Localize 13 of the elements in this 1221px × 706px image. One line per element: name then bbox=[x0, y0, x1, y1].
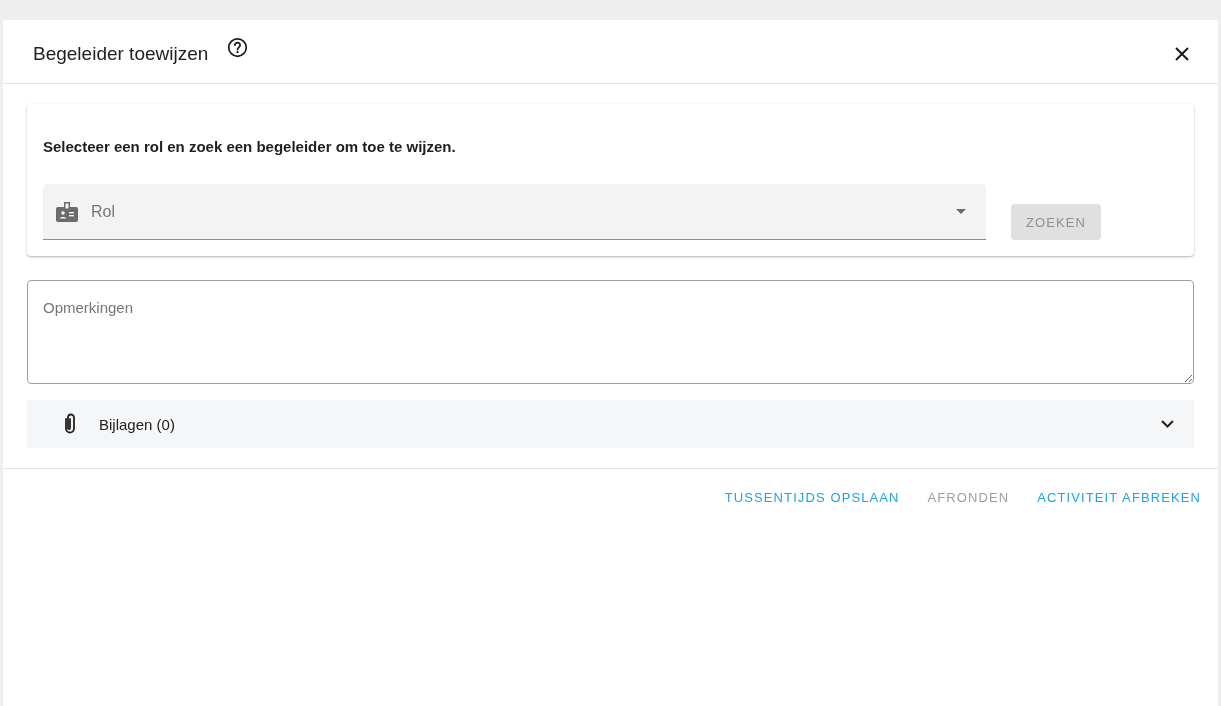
dropdown-caret-icon bbox=[955, 209, 966, 214]
action-button[interactable]: TUSSENTIJDS OPSLAAN bbox=[716, 479, 908, 515]
chevron-icon bbox=[1161, 420, 1174, 428]
help-icon[interactable] bbox=[227, 37, 249, 58]
attachments-header[interactable]: Bijlagen (0) bbox=[27, 400, 1194, 448]
instruction-text: Selecteer een rol en zoek een begeleider om toe te wijzen. bbox=[43, 137, 457, 157]
close-button[interactable] bbox=[1174, 45, 1190, 62]
remarks-field[interactable]: Opmerkingen bbox=[27, 280, 1194, 384]
dialog-title: Begeleider toewijzen bbox=[33, 42, 209, 65]
action-button[interactable]: ACTIVITEIT AFBREKEN bbox=[1029, 479, 1209, 515]
paperclip-icon bbox=[63, 413, 77, 435]
badge-icon bbox=[56, 201, 78, 222]
role-select[interactable]: Rol bbox=[43, 184, 986, 240]
